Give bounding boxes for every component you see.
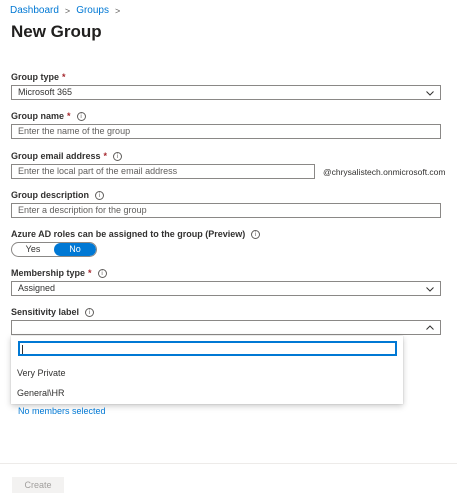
info-icon[interactable]: i xyxy=(95,190,105,200)
breadcrumb-groups[interactable]: Groups xyxy=(76,5,109,16)
chevron-right-icon: > xyxy=(114,5,121,16)
group-name-label: Group name * i xyxy=(11,111,86,121)
sensitivity-label-select[interactable] xyxy=(11,320,441,335)
chevron-right-icon: > xyxy=(64,5,71,16)
footer-divider xyxy=(0,463,457,464)
breadcrumb: Dashboard > Groups > xyxy=(10,5,126,16)
group-email-label-text: Group email address xyxy=(11,151,101,161)
azure-roles-toggle[interactable]: Yes No xyxy=(11,242,97,257)
no-members-link[interactable]: No members selected xyxy=(18,406,106,416)
dropdown-search-input[interactable] xyxy=(18,341,397,356)
group-type-value: Microsoft 365 xyxy=(18,87,73,97)
email-domain-suffix: @chrysalistech.onmicrosoft.com xyxy=(323,167,446,177)
membership-type-select[interactable]: Assigned xyxy=(11,281,441,296)
breadcrumb-dashboard[interactable]: Dashboard xyxy=(10,5,59,16)
chevron-up-icon xyxy=(426,325,434,330)
group-description-label-text: Group description xyxy=(11,190,90,200)
azure-roles-label: Azure AD roles can be assigned to the gr… xyxy=(11,229,261,239)
membership-type-label-text: Membership type xyxy=(11,268,86,278)
sensitivity-label-label: Sensitivity label i xyxy=(11,307,95,317)
info-icon[interactable]: i xyxy=(76,111,86,121)
dropdown-option-general-hr[interactable]: General\HR xyxy=(17,388,65,398)
dropdown-option-very-private[interactable]: Very Private xyxy=(17,368,66,378)
create-button[interactable]: Create xyxy=(12,477,64,493)
info-icon[interactable]: i xyxy=(97,268,107,278)
group-type-label: Group type * xyxy=(11,72,66,82)
group-description-input[interactable]: Enter a description for the group xyxy=(11,203,441,218)
membership-type-label: Membership type * i xyxy=(11,268,107,278)
toggle-yes[interactable]: Yes xyxy=(12,243,54,256)
azure-roles-label-text: Azure AD roles can be assigned to the gr… xyxy=(11,229,246,239)
page-title: New Group xyxy=(11,22,102,41)
group-description-label: Group description i xyxy=(11,190,105,200)
membership-type-value: Assigned xyxy=(18,283,56,293)
group-type-label-text: Group type xyxy=(11,72,60,82)
required-marker: * xyxy=(67,111,71,121)
group-name-label-text: Group name xyxy=(11,111,65,121)
toggle-no[interactable]: No xyxy=(54,243,96,256)
group-email-input[interactable]: Enter the local part of the email addres… xyxy=(11,164,315,179)
chevron-down-icon xyxy=(426,91,434,96)
group-email-label: Group email address * i xyxy=(11,151,123,161)
required-marker: * xyxy=(88,268,92,278)
text-caret xyxy=(22,345,23,354)
sensitivity-label-dropdown: Very Private General\HR xyxy=(11,336,403,404)
required-marker: * xyxy=(103,151,108,161)
group-type-select[interactable]: Microsoft 365 xyxy=(11,85,441,100)
group-name-input[interactable]: Enter the name of the group xyxy=(11,124,441,139)
info-icon[interactable]: i xyxy=(113,151,123,161)
info-icon[interactable]: i xyxy=(251,229,261,239)
chevron-down-icon xyxy=(426,287,434,292)
sensitivity-label-label-text: Sensitivity label xyxy=(11,307,80,317)
info-icon[interactable]: i xyxy=(85,307,95,317)
required-marker: * xyxy=(62,72,66,82)
